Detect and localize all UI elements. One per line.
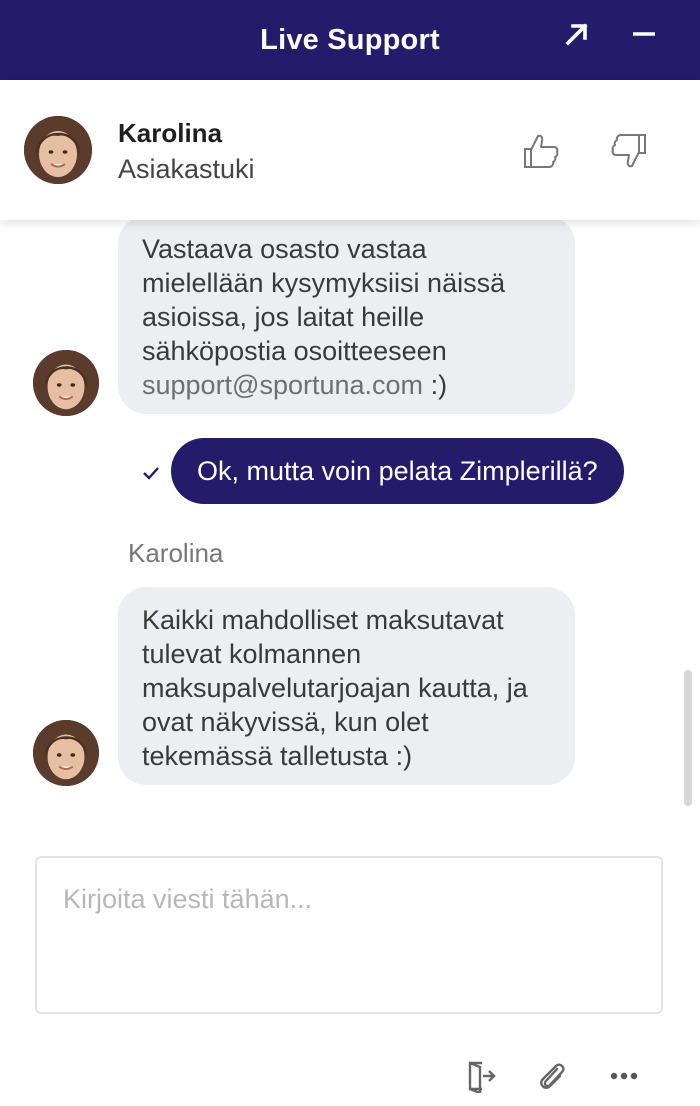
user-message-bubble: Ok, mutta voin pelata Zimplerillä? <box>171 438 624 504</box>
thumbs-up-button[interactable] <box>518 128 564 174</box>
email-link[interactable]: support@sportuna.com <box>142 370 423 400</box>
sender-name: Karolina <box>128 538 224 568</box>
minus-icon <box>633 32 655 36</box>
end-chat-button[interactable] <box>458 1054 502 1098</box>
paperclip-icon <box>540 1063 565 1089</box>
more-icon <box>610 1072 638 1080</box>
agent-message-bubble: Kaikki mahdolliset maksutavat tulevat ko… <box>118 587 575 785</box>
message-text: Vastaava osasto vastaa mielellään kysymy… <box>142 234 506 366</box>
avatar-image <box>33 720 99 786</box>
thumbs-down-button[interactable] <box>606 128 652 174</box>
agent-role: Asiakastuki <box>118 154 255 184</box>
agent-avatar <box>33 720 99 786</box>
agent-bar: Karolina Asiakastuki <box>0 80 700 220</box>
exit-icon <box>468 1061 496 1093</box>
agent-avatar <box>24 116 92 184</box>
chat-title: Live Support <box>260 23 440 56</box>
agent-avatar <box>33 350 99 416</box>
agent-name: Karolina <box>118 118 223 148</box>
chat-scrollbar[interactable] <box>684 670 692 806</box>
popout-button[interactable] <box>555 14 599 54</box>
arrow-up-right-icon <box>565 23 588 46</box>
message-suffix: :) <box>423 370 448 400</box>
avatar-image <box>24 116 92 184</box>
message-text: Kaikki mahdolliset maksutavat tulevat ko… <box>142 605 528 771</box>
agent-message-bubble: Vastaava osasto vastaa mielellään kysymy… <box>118 220 575 414</box>
avatar-image <box>33 350 99 416</box>
more-options-button[interactable] <box>602 1054 646 1098</box>
chat-header: Live Support <box>0 0 700 80</box>
attach-file-button[interactable] <box>530 1054 574 1098</box>
thumbs-up-icon <box>524 134 559 168</box>
chat-transcript[interactable]: Vastaava osasto vastaa mielellään kysymy… <box>0 220 700 835</box>
minimize-button[interactable] <box>622 14 666 54</box>
message-composer <box>35 856 663 1014</box>
message-input[interactable] <box>37 858 661 1012</box>
thumbs-down-icon <box>611 134 646 168</box>
message-text: Ok, mutta voin pelata Zimplerillä? <box>197 456 598 486</box>
check-icon <box>143 467 159 480</box>
